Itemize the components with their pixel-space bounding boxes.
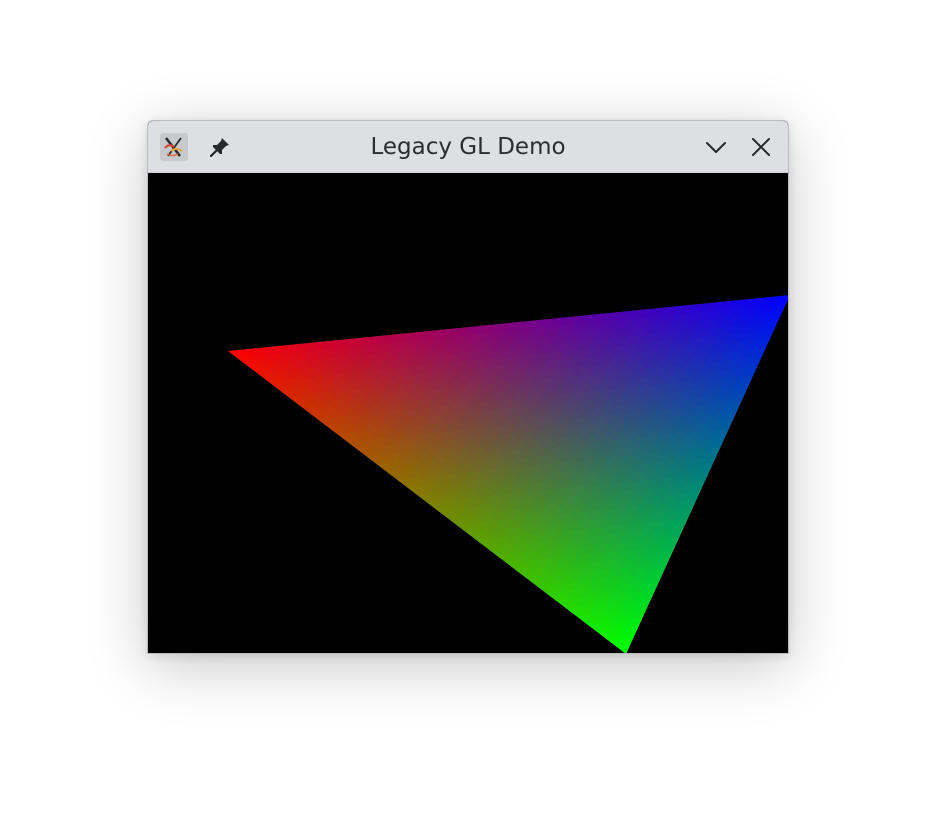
chevron-down-icon xyxy=(706,142,726,153)
app-window: Legacy GL Demo xyxy=(147,120,789,654)
gl-canvas xyxy=(148,173,788,653)
close-button[interactable] xyxy=(746,132,776,162)
window-title: Legacy GL Demo xyxy=(370,134,566,160)
minimize-button[interactable] xyxy=(701,132,731,162)
close-icon xyxy=(752,138,770,156)
title-bar[interactable]: Legacy GL Demo xyxy=(148,121,788,173)
x-app-icon[interactable] xyxy=(160,133,188,161)
pin-icon[interactable] xyxy=(206,133,234,161)
gl-viewport[interactable] xyxy=(148,173,788,653)
